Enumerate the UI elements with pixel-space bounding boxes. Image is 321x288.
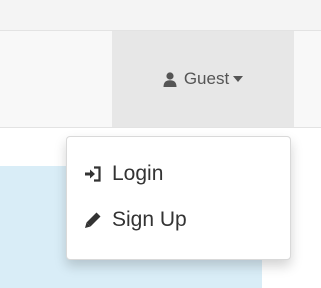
pencil-icon (85, 212, 101, 228)
guest-dropdown-menu: Login Sign Up (66, 136, 291, 260)
user-icon (163, 71, 177, 87)
sign-up-menu-item[interactable]: Sign Up (67, 200, 290, 240)
caret-down-icon (233, 76, 244, 82)
sign-up-label: Sign Up (112, 208, 187, 231)
guest-label: Guest (183, 69, 230, 88)
navbar: Guest (0, 30, 321, 128)
sign-in-icon (85, 166, 101, 182)
top-strip (0, 0, 321, 30)
login-label: Login (112, 162, 164, 185)
guest-menu-toggle[interactable]: Guest (112, 31, 294, 127)
login-menu-item[interactable]: Login (67, 154, 290, 194)
